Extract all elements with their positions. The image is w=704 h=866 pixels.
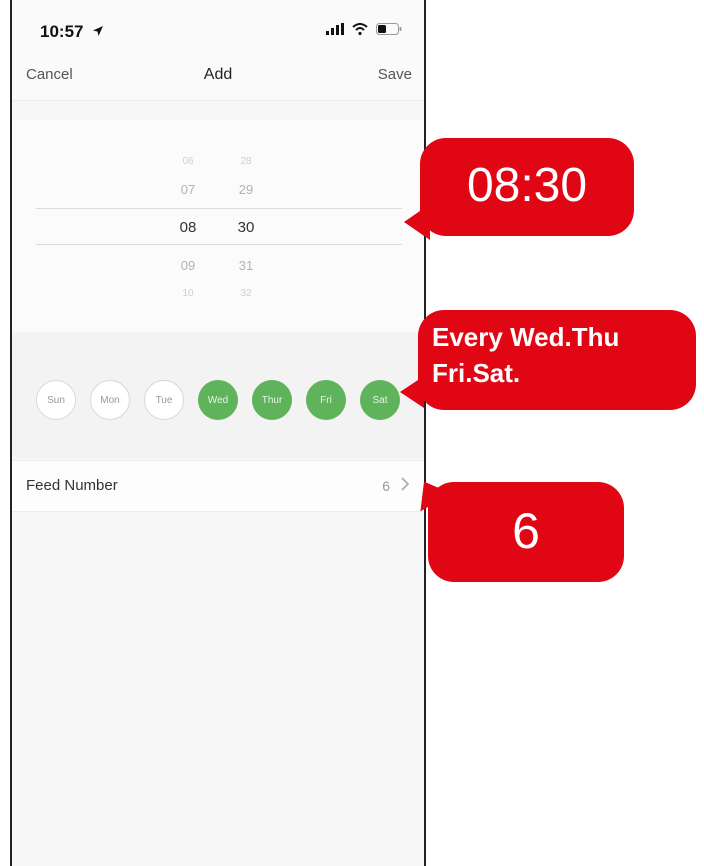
hour-option[interactable]: 06 [168,156,208,167]
day-toggle-fri[interactable]: Fri [306,380,346,420]
minute-option[interactable]: 29 [226,182,266,197]
hour-wheel[interactable]: 06 07 08 09 10 [168,120,208,332]
feed-number-label: Feed Number [26,477,118,494]
minute-option-selected[interactable]: 30 [226,219,266,236]
nav-bar: Cancel Add Save [12,52,424,101]
repeat-callout-tail [400,376,424,408]
selection-line-top [36,208,402,209]
day-toggle-tue[interactable]: Tue [144,380,184,420]
minute-option[interactable]: 28 [226,156,266,167]
page-title: Add [203,66,233,83]
day-toggle-thur[interactable]: Thur [252,380,292,420]
hour-option[interactable]: 09 [168,258,208,273]
feed-number-row[interactable]: Feed Number 6 [12,460,424,512]
repeat-callout: Every Wed.Thu Fri.Sat. [418,310,696,410]
minute-wheel[interactable]: 28 29 30 31 32 [226,120,266,332]
time-callout: 08:30 [420,138,634,236]
repeat-callout-line2: Fri.Sat. [432,358,521,388]
status-time: 10:57 [40,22,84,41]
day-toggle-mon[interactable]: Mon [90,380,130,420]
wifi-icon [352,22,368,40]
day-toggle-wed[interactable]: Wed [198,380,238,420]
signal-icon [326,22,344,40]
save-button[interactable]: Save [378,66,412,83]
feed-number-value: 6 [382,478,390,494]
feed-callout-text: 6 [512,503,540,559]
hour-option-selected[interactable]: 08 [168,219,208,236]
weekday-selector: Sun Mon Tue Wed Thur Fri Sat [12,332,424,458]
time-callout-tail [404,204,430,240]
feed-callout: 6 [428,482,624,582]
repeat-callout-line1: Every Wed.Thu [432,322,620,352]
chevron-right-icon [400,476,410,497]
minute-option[interactable]: 31 [226,258,266,273]
time-callout-text: 08:30 [466,159,588,212]
selection-line-bottom [36,244,402,245]
day-toggle-sat[interactable]: Sat [360,380,400,420]
status-icons [326,22,402,40]
phone-screen: 10:57 Cancel Add Save 06 07 08 09 10 28 … [10,0,426,866]
battery-icon [376,22,402,40]
hour-option[interactable]: 07 [168,182,208,197]
day-toggle-sun[interactable]: Sun [36,380,76,420]
minute-option[interactable]: 32 [226,288,266,299]
hour-option[interactable]: 10 [168,288,208,299]
status-bar: 10:57 [12,0,424,52]
time-picker[interactable]: 06 07 08 09 10 28 29 30 31 32 [12,120,424,332]
location-arrow-icon [92,24,104,42]
